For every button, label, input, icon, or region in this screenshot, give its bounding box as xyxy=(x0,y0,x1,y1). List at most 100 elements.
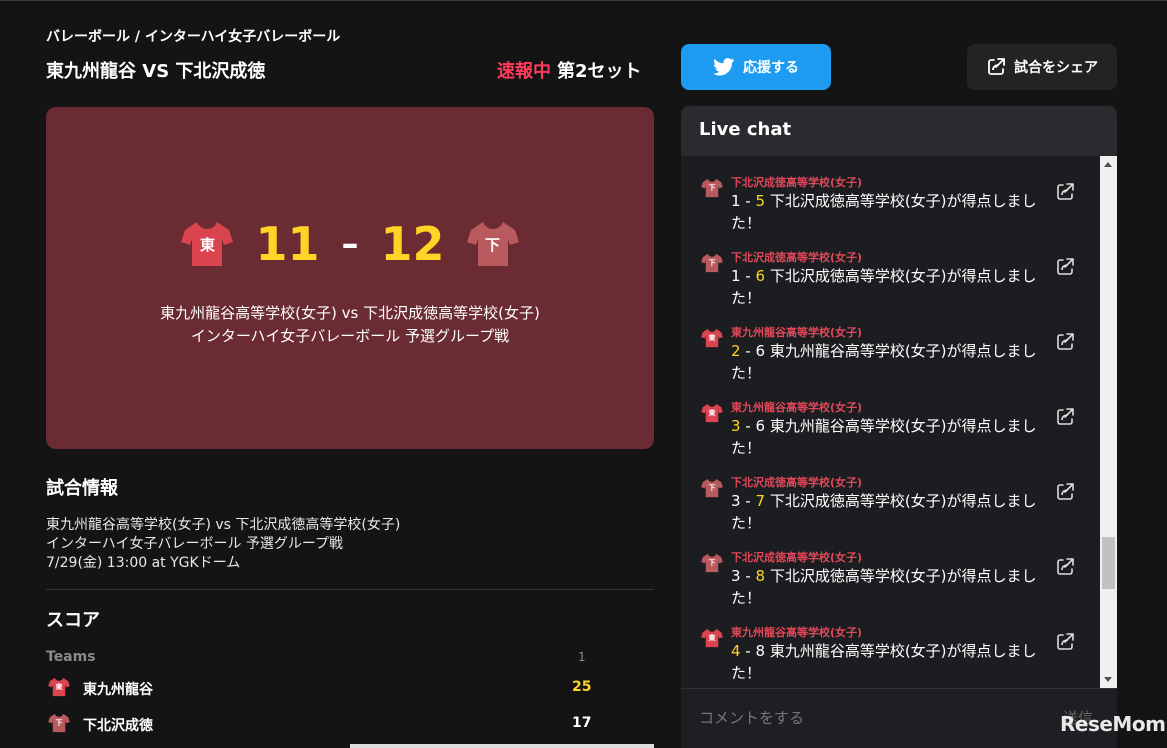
message-text: 1 - 6 下北沢成徳高等学校(女子)が得点しました！ xyxy=(731,265,1046,309)
top-border xyxy=(0,0,1167,1)
share-message-icon[interactable] xyxy=(1055,257,1075,281)
jersey-avatar-icon: 東 xyxy=(701,403,723,423)
share-message-icon[interactable] xyxy=(1055,482,1075,506)
resemom-watermark: ReseMom xyxy=(1060,712,1166,736)
cheer-label: 応援する xyxy=(743,60,799,76)
set-column-header: 1 xyxy=(578,650,586,664)
score-left: 1 xyxy=(731,267,741,285)
message-body: 東九州龍谷高等学校(女子)が得点しました！ xyxy=(731,642,1037,682)
message-author: 東九州龍谷高等学校(女子) xyxy=(731,401,863,414)
away-jersey-icon: 下 xyxy=(48,713,70,733)
scoreboard-tournament: インターハイ女子バレーボール 予選グループ戦 xyxy=(190,327,510,345)
score-left: 3 xyxy=(731,567,741,585)
divider xyxy=(46,589,654,590)
comment-input[interactable]: コメントをする xyxy=(699,707,804,728)
chat-input-bar: コメントをする 送信 xyxy=(681,688,1117,748)
score-right: 6 xyxy=(755,417,766,435)
score-right: 6 xyxy=(755,267,766,285)
message-author: 下北沢成徳高等学校(女子) xyxy=(731,251,863,264)
chat-message: 東 東九州龍谷高等学校(女子) 2 - 6 東九州龍谷高等学校(女子)が得点しました… xyxy=(681,310,1100,385)
team-name: 下北沢成徳 xyxy=(83,718,153,734)
twitter-bird-icon xyxy=(713,58,735,76)
message-body: 下北沢成徳高等学校(女子)が得点しました！ xyxy=(731,492,1037,532)
share-message-icon[interactable] xyxy=(1055,407,1075,431)
home-jersey-icon: 東 xyxy=(181,220,234,268)
score-heading: スコア xyxy=(46,610,100,631)
share-message-icon[interactable] xyxy=(1055,182,1075,206)
away-jersey-letter: 下 xyxy=(485,236,501,254)
score-right: 5 xyxy=(755,192,766,210)
scroll-up-arrow-icon[interactable] xyxy=(1104,162,1112,167)
cheer-button[interactable]: 応援する xyxy=(681,44,831,90)
avatar-letter: 下 xyxy=(708,484,716,492)
message-body: 東九州龍谷高等学校(女子)が得点しました！ xyxy=(731,342,1037,382)
set1-score: 25 xyxy=(572,679,592,695)
chat-message-list[interactable]: 下下北沢成徳高等学校(女子) 1 - 5 下北沢成徳高等学校(女子)が得点しました… xyxy=(681,156,1100,688)
message-body: 下北沢成徳高等学校(女子)が得点しました！ xyxy=(731,192,1037,232)
live-chat-panel: Live chat 下下北沢成徳高等学校(女子) 1 - 5 下北沢成徳高等学校(… xyxy=(681,106,1117,748)
scroll-down-arrow-icon[interactable] xyxy=(1104,677,1112,682)
share-message-icon[interactable] xyxy=(1055,557,1075,581)
score-separator: - xyxy=(740,642,756,660)
avatar-letter: 下 xyxy=(708,259,716,267)
match-info-teams: 東九州龍谷高等学校(女子) vs 下北沢成徳高等学校(女子) xyxy=(46,517,401,533)
message-text: 2 - 6 東九州龍谷高等学校(女子)が得点しました！ xyxy=(731,340,1046,384)
jersey-avatar-icon: 東 xyxy=(701,628,723,648)
match-info-heading: 試合情報 xyxy=(46,478,118,499)
chat-scrollbar[interactable] xyxy=(1100,156,1117,688)
table-row: 下 下北沢成徳 17 xyxy=(46,713,606,735)
score-separator: - xyxy=(740,342,756,360)
breadcrumb[interactable]: バレーボール / インターハイ女子バレーボール xyxy=(46,26,340,46)
score-separator: - xyxy=(740,567,756,585)
message-text: 4 - 8 東九州龍谷高等学校(女子)が得点しました！ xyxy=(731,640,1046,684)
message-body: 下北沢成徳高等学校(女子)が得点しました！ xyxy=(731,267,1037,307)
message-author: 東九州龍谷高等学校(女子) xyxy=(731,326,863,339)
score-right: 8 xyxy=(755,642,766,660)
avatar-letter: 東 xyxy=(708,334,716,342)
avatar-letter: 下 xyxy=(708,559,716,567)
set1-score: 17 xyxy=(572,715,592,731)
scoreboard: 東 11 – 12 下 東九州龍谷高等学校(女子) vs 下北沢成徳高等学校(女… xyxy=(46,107,654,449)
current-set: 第2セット xyxy=(557,61,642,82)
jersey-avatar-icon: 下 xyxy=(701,553,723,573)
share-message-icon[interactable] xyxy=(1055,332,1075,356)
chat-message: 下下北沢成徳高等学校(女子) 3 - 8 下北沢成徳高等学校(女子)が得点しました… xyxy=(681,535,1100,610)
score-left: 3 xyxy=(731,492,741,510)
share-message-icon[interactable] xyxy=(1055,632,1075,656)
page-title: 東九州龍谷 VS 下北沢成徳 xyxy=(46,61,266,82)
score-separator: - xyxy=(740,492,756,510)
score-right: 6 xyxy=(755,342,766,360)
message-text: 3 - 7 下北沢成徳高等学校(女子)が得点しました！ xyxy=(731,490,1046,534)
score-left: 4 xyxy=(731,642,741,660)
away-score: 12 xyxy=(380,217,445,271)
match-info-datetime: 7/29(金) 13:00 at YGKドーム xyxy=(46,555,241,571)
score-separator: - xyxy=(740,192,756,210)
jersey-avatar-icon: 東 xyxy=(701,328,723,348)
scroll-thumb[interactable] xyxy=(1102,537,1115,589)
avatar-letter: 東 xyxy=(708,409,716,417)
message-text: 1 - 5 下北沢成徳高等学校(女子)が得点しました！ xyxy=(731,190,1046,234)
match-status: 速報中 第2セット xyxy=(497,57,642,83)
chat-message: 下下北沢成徳高等学校(女子) 3 - 7 下北沢成徳高等学校(女子)が得点しました… xyxy=(681,460,1100,535)
avatar-letter: 東 xyxy=(708,634,716,642)
score-left: 1 xyxy=(731,192,741,210)
score-line: 東 11 – 12 下 xyxy=(46,217,654,271)
share-match-button[interactable]: 試合をシェア xyxy=(967,44,1117,90)
home-jersey-letter: 東 xyxy=(199,236,215,254)
message-author: 下北沢成徳高等学校(女子) xyxy=(731,476,863,489)
live-badge: 速報中 xyxy=(497,61,551,82)
score-separator: - xyxy=(740,267,756,285)
jersey-avatar-icon: 下 xyxy=(701,253,723,273)
away-jersey-icon: 下 xyxy=(466,220,519,268)
jersey-letter: 東 xyxy=(55,683,63,691)
chat-header: Live chat xyxy=(681,106,1117,156)
chat-message: 東 東九州龍谷高等学校(女子) 3 - 6 東九州龍谷高等学校(女子)が得点しました… xyxy=(681,385,1100,460)
message-author: 東九州龍谷高等学校(女子) xyxy=(731,626,863,639)
teams-column-header: Teams xyxy=(46,649,96,665)
score-right: 7 xyxy=(755,492,766,510)
avatar-letter: 下 xyxy=(708,184,716,192)
share-label: 試合をシェア xyxy=(1014,60,1098,76)
chat-title: Live chat xyxy=(699,119,792,140)
jersey-letter: 下 xyxy=(55,719,63,727)
message-text: 3 - 6 東九州龍谷高等学校(女子)が得点しました！ xyxy=(731,415,1046,459)
